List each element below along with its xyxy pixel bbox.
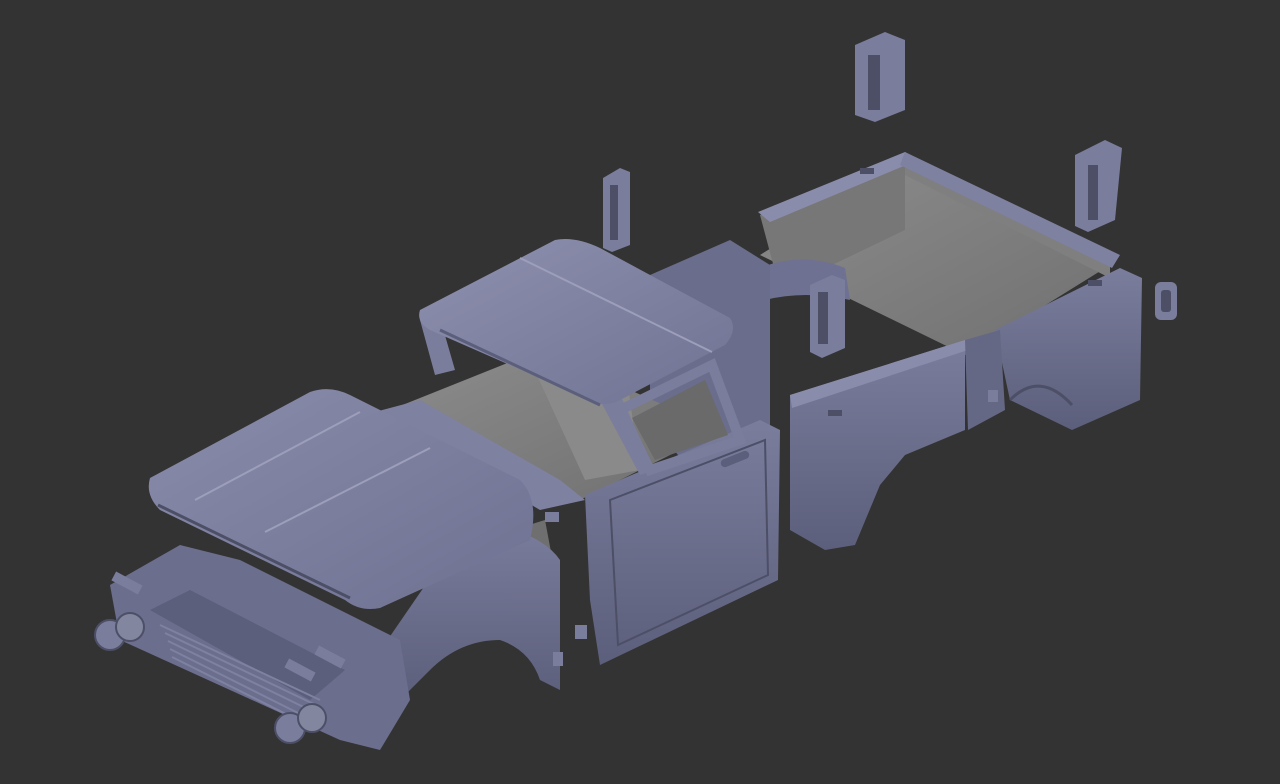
detached-part-top bbox=[855, 32, 905, 122]
detached-part-right bbox=[1075, 140, 1122, 232]
detached-part-small bbox=[1155, 282, 1177, 320]
detached-part-middle bbox=[810, 275, 845, 358]
detached-part-left bbox=[603, 168, 630, 252]
truck-model-render bbox=[94, 32, 1177, 750]
3d-viewport[interactable] bbox=[0, 0, 1280, 784]
